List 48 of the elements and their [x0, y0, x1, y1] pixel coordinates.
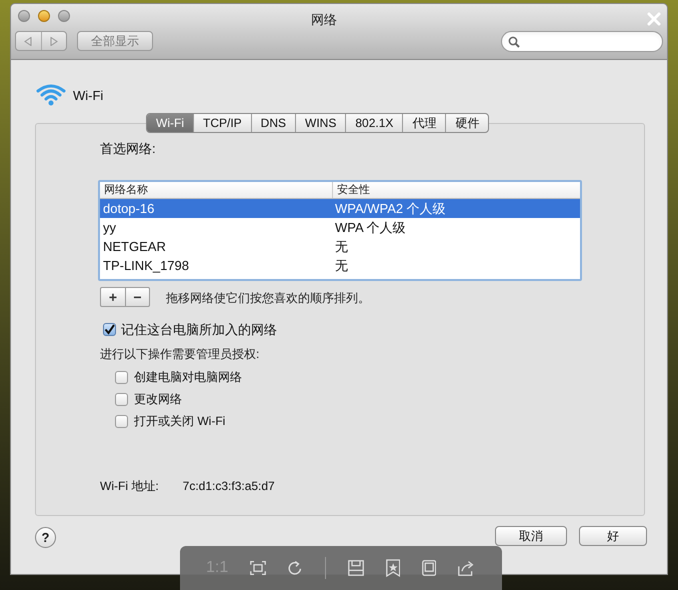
search-icon [508, 36, 520, 48]
zoom-button[interactable] [58, 10, 70, 22]
tab[interactable]: 代理 [402, 114, 446, 132]
help-button[interactable]: ? [35, 527, 56, 548]
checkbox[interactable] [115, 370, 128, 384]
window-title: 网络 [311, 11, 337, 29]
table-row[interactable]: TP-LINK_1798 无 [100, 256, 580, 275]
column-header[interactable]: 网络名称 [100, 182, 332, 198]
tab[interactable]: DNS [250, 114, 295, 132]
save-icon[interactable] [348, 558, 364, 578]
column-header[interactable]: 安全性 [332, 182, 580, 198]
admin-note: 进行以下操作需要管理员授权: [100, 346, 260, 363]
ok-button[interactable]: 好 [579, 526, 647, 546]
remove-button[interactable]: − [125, 288, 149, 306]
cancel-button[interactable]: 取消 [495, 526, 567, 546]
back-forward-control[interactable] [15, 31, 67, 51]
share-icon[interactable] [458, 558, 476, 578]
back-icon[interactable] [24, 37, 32, 46]
hint-text: 拖移网络使它们按您喜欢的顺序排列。 [166, 290, 370, 307]
search-field[interactable] [501, 31, 663, 52]
tablet-icon[interactable] [422, 558, 436, 578]
minimize-button[interactable] [38, 10, 50, 22]
tab[interactable]: 802.1X [345, 114, 402, 132]
table-row[interactable]: dotop-16 WPA/WPA2 个人级 [100, 199, 580, 218]
tab[interactable]: TCP/IP [192, 114, 251, 132]
bookmark-star-icon[interactable] [386, 557, 400, 579]
checkbox-label: 创建电脑对电脑网络 [134, 369, 242, 386]
checkbox-label: 记住这台电脑所加入的网络 [121, 321, 277, 339]
add-button[interactable]: + [101, 288, 125, 306]
checkbox-label: 更改网络 [134, 391, 182, 408]
close-icon[interactable] [647, 12, 661, 26]
address-label: Wi-Fi 地址: [100, 478, 159, 495]
checkbox[interactable] [115, 414, 128, 428]
close-button[interactable] [18, 10, 30, 22]
checkbox[interactable] [103, 323, 116, 336]
tab[interactable]: WINS [295, 114, 346, 132]
tab[interactable]: Wi-Fi [147, 114, 193, 132]
checkbox[interactable] [115, 392, 128, 406]
forward-icon[interactable] [50, 37, 58, 46]
address-value: 7c:d1:c3:f3:a5:d7 [182, 478, 275, 495]
tab[interactable]: 硬件 [445, 114, 488, 132]
fit-screen-icon[interactable] [250, 559, 266, 577]
table-row[interactable]: yy WPA 个人级 [100, 218, 580, 237]
wifi-icon [36, 82, 66, 107]
service-name: Wi-Fi [73, 87, 104, 105]
checkbox-label: 打开或关闭 Wi-Fi [134, 413, 226, 430]
table-row[interactable]: NETGEAR 无 [100, 237, 580, 256]
preferred-networks-label: 首选网络: [100, 140, 156, 158]
